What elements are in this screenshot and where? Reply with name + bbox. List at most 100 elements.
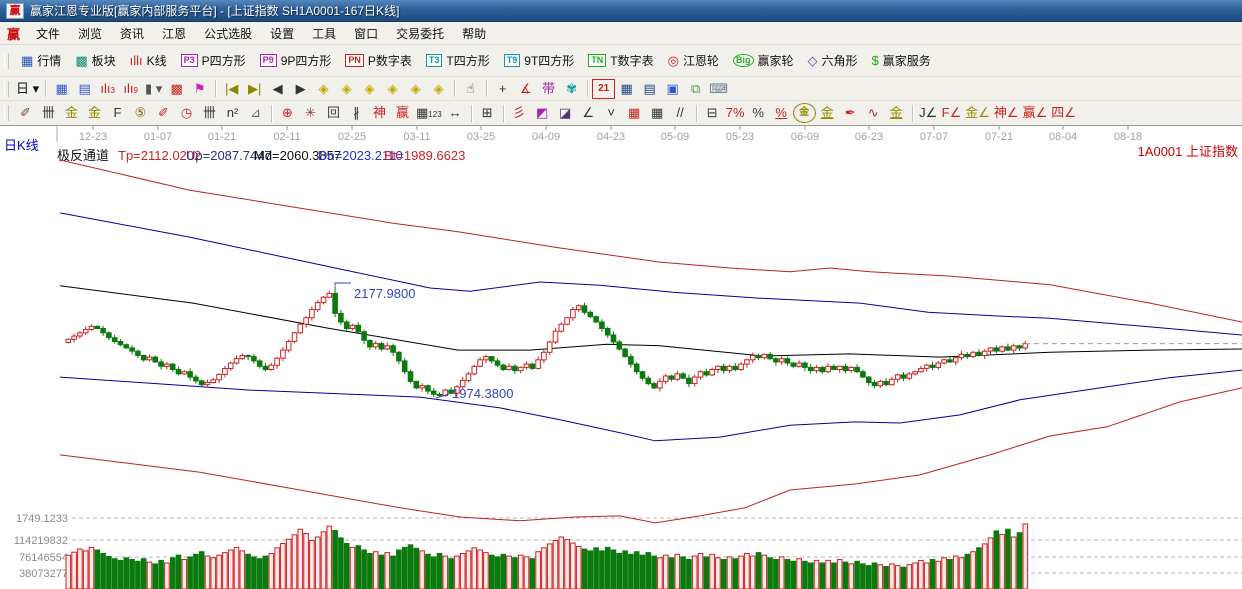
zoom-center-diamond-icon[interactable]: ◈ <box>404 79 427 99</box>
kline-button[interactable]: ıllıK线 <box>123 48 174 73</box>
fan-square2-icon[interactable]: ◪ <box>554 103 577 123</box>
menu-item-1[interactable]: 浏览 <box>69 24 111 44</box>
kline3-icon[interactable]: ılı3 <box>96 79 119 99</box>
p-square-button[interactable]: P3P四方形 <box>174 48 253 73</box>
snapshot-icon[interactable]: ⧉ <box>684 79 707 99</box>
winner-wheel-button[interactable]: Big赢家轮 <box>726 48 801 73</box>
ink-pen-icon[interactable]: ✒ <box>839 103 862 123</box>
zoom-vsplit-diamond-icon[interactable]: ◈ <box>381 79 404 99</box>
zoom-left-diamond-icon[interactable]: ◈ <box>312 79 335 99</box>
save-icon[interactable]: ▣ <box>661 79 684 99</box>
prev-bar-icon[interactable]: ◀ <box>266 79 289 99</box>
ying-icon[interactable]: 赢 <box>391 103 414 123</box>
gold-line-icon[interactable]: 金 <box>816 103 839 123</box>
spiral-square-icon[interactable]: 回 <box>322 103 345 123</box>
toolbar-handle[interactable] <box>4 81 9 97</box>
kline-chart[interactable]: 12-2301-0701-2102-1102-2503-1103-2504-09… <box>0 126 1242 589</box>
slashes-icon[interactable]: // <box>669 103 692 123</box>
parallel-lines-icon[interactable]: ∦ <box>345 103 368 123</box>
window-split-icon[interactable]: ⊞ <box>476 103 499 123</box>
menu-item-8[interactable]: 交易委托 <box>387 24 453 44</box>
gold-grid2-icon[interactable]: 金 <box>83 103 106 123</box>
shen-angle-icon[interactable]: 神∠ <box>992 103 1021 123</box>
red-brush-icon[interactable]: ✐ <box>152 103 175 123</box>
gann-wheel-button[interactable]: ◎江恩轮 <box>661 48 726 73</box>
crosshair-icon[interactable]: + <box>491 79 514 99</box>
t-square-button[interactable]: T3T四方形 <box>419 48 497 73</box>
zoom-expand-diamond-icon[interactable]: ◈ <box>427 79 450 99</box>
toolbar-handle[interactable] <box>4 105 9 121</box>
percent-icon[interactable]: % <box>747 103 770 123</box>
grid-ruler-icon[interactable]: 卌 <box>37 103 60 123</box>
j-angle-icon[interactable]: J∠ <box>917 103 940 123</box>
dark-grid-icon[interactable]: ▦ <box>646 103 669 123</box>
wave-icon[interactable]: ∿ <box>862 103 885 123</box>
red-pattern-icon[interactable]: ▩ <box>165 79 188 99</box>
ribbon-icon[interactable]: 带 <box>537 79 560 99</box>
p-table-button[interactable]: PNP数字表 <box>338 48 419 73</box>
knot-icon[interactable]: ✾ <box>560 79 583 99</box>
hspan-arrow-icon[interactable]: ↔ <box>444 103 467 123</box>
measure-icon[interactable]: ∡ <box>514 79 537 99</box>
f-angle-icon[interactable]: F∠ <box>940 103 964 123</box>
gold-angle-icon[interactable]: 金∠ <box>963 103 992 123</box>
percent-line-icon[interactable]: % <box>770 103 793 123</box>
next-bar-icon[interactable]: ▶ <box>289 79 312 99</box>
candle-dropdown[interactable]: ▮ ▾ <box>142 79 165 99</box>
hexagon-button[interactable]: ◇六角形 <box>801 48 865 73</box>
hand-icon[interactable]: ☝ <box>459 79 482 99</box>
web-icon[interactable]: ✳ <box>299 103 322 123</box>
fan-square-icon[interactable]: ◩ <box>531 103 554 123</box>
zoom-right-diamond-icon[interactable]: ◈ <box>335 79 358 99</box>
p9-square-button[interactable]: P99P四方形 <box>253 48 339 73</box>
fib-percent-icon[interactable]: 7% <box>724 103 747 123</box>
kline9-icon[interactable]: ılı9 <box>119 79 142 99</box>
t-table-button[interactable]: TNT数字表 <box>581 48 660 73</box>
zigzag-icon[interactable]: ˅ <box>600 103 623 123</box>
period-day-dropdown[interactable]: 日 ▾ <box>14 79 41 99</box>
spiral5-icon[interactable]: ⑤ <box>129 103 152 123</box>
document-icon[interactable]: ▤ <box>73 79 96 99</box>
ruler2-icon[interactable]: 卌 <box>198 103 221 123</box>
levels-icon[interactable]: ⊟ <box>701 103 724 123</box>
gann-circle-icon[interactable]: ⊕ <box>276 103 299 123</box>
red-grid-icon[interactable]: ▦ <box>623 103 646 123</box>
notebook-icon[interactable]: ▤ <box>638 79 661 99</box>
gold-line2-icon[interactable]: 金 <box>885 103 908 123</box>
menu-item-6[interactable]: 工具 <box>303 24 345 44</box>
menu-item-2[interactable]: 资讯 <box>111 24 153 44</box>
quotes-button[interactable]: ▦行情 <box>14 48 68 73</box>
last-bar-icon[interactable]: ▶| <box>243 79 266 99</box>
calendar-icon[interactable]: 21 <box>592 79 615 99</box>
gann-clock-icon[interactable]: ◷ <box>175 103 198 123</box>
set-square-icon[interactable]: ⊿ <box>244 103 267 123</box>
menu-item-9[interactable]: 帮助 <box>453 24 495 44</box>
four-angle-icon[interactable]: 四∠ <box>1049 103 1078 123</box>
printer-icon[interactable]: ⌨ <box>707 79 730 99</box>
pattern-icon[interactable]: ▦ <box>50 79 73 99</box>
menu-item-4[interactable]: 公式选股 <box>195 24 261 44</box>
grid123-icon[interactable]: ▦123 <box>414 103 444 123</box>
menu-item-0[interactable]: 文件 <box>27 24 69 44</box>
rays-icon[interactable]: 彡 <box>508 103 531 123</box>
gold-circle-icon[interactable]: 金 <box>793 103 816 123</box>
sectors-button[interactable]: ▩板块 <box>68 48 122 73</box>
calculator-icon[interactable]: ▦ <box>615 79 638 99</box>
t9-square-button[interactable]: T99T四方形 <box>497 48 582 73</box>
shen-icon[interactable]: 神 <box>368 103 391 123</box>
trend-lines-icon[interactable]: ∠ <box>577 103 600 123</box>
brush-icon[interactable]: ✐ <box>14 103 37 123</box>
toolbar-handle[interactable] <box>4 53 9 69</box>
color-flag-icon[interactable]: ⚑ <box>188 79 211 99</box>
menu-item-5[interactable]: 设置 <box>261 24 303 44</box>
volume-bar <box>513 558 518 589</box>
menu-item-7[interactable]: 窗口 <box>345 24 387 44</box>
f-grid-icon[interactable]: F <box>106 103 129 123</box>
first-bar-icon[interactable]: |◀ <box>220 79 243 99</box>
service-button[interactable]: $赢家服务 <box>865 48 938 73</box>
gold-grid-icon[interactable]: 金 <box>60 103 83 123</box>
menu-item-3[interactable]: 江恩 <box>153 24 195 44</box>
ying-angle-icon[interactable]: 赢∠ <box>1021 103 1050 123</box>
n2-icon[interactable]: n² <box>221 103 244 123</box>
zoom-hsplit-diamond-icon[interactable]: ◈ <box>358 79 381 99</box>
